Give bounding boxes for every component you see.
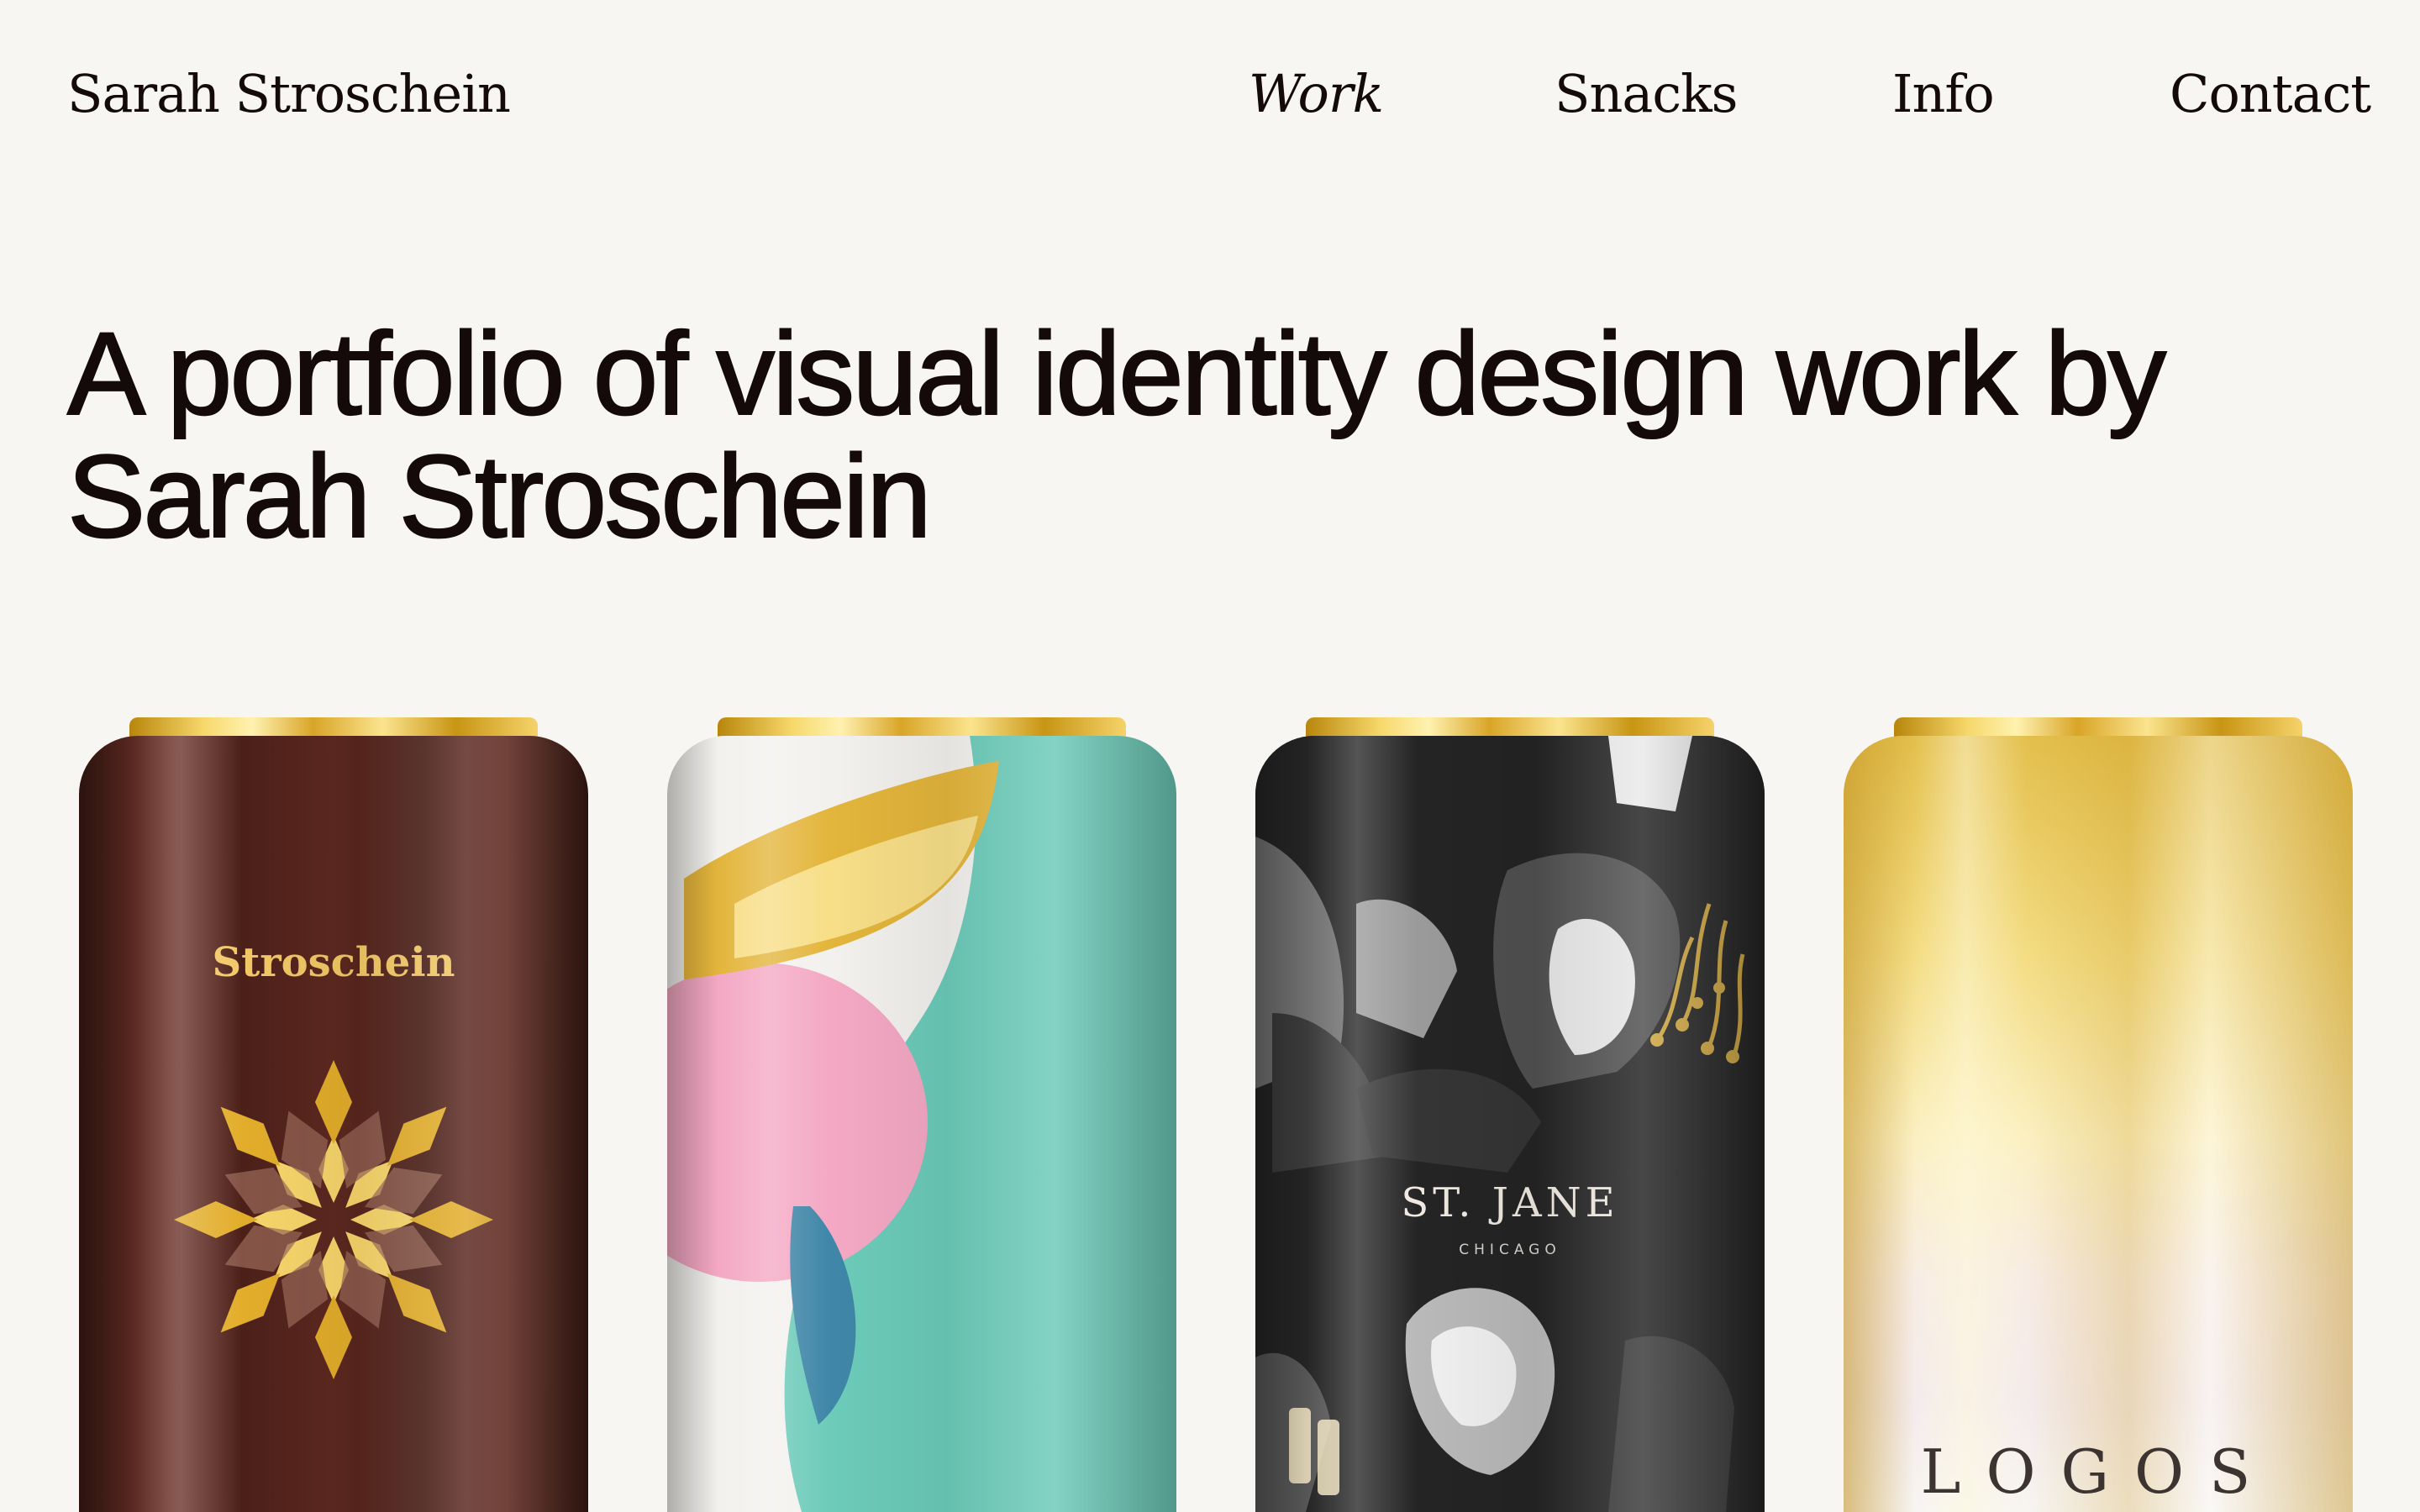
hero-title: A portfolio of visual identity design wo… <box>66 307 2167 562</box>
can-image: Stroschein <box>79 736 588 1512</box>
abstract-shapes-icon <box>667 736 1176 1512</box>
nav-item-contact[interactable]: Contact <box>2170 60 2371 128</box>
can-brand-label: Stroschein <box>212 939 455 986</box>
can-image: ST. JANE CHICAGO <box>1255 736 1765 1512</box>
site-name-link[interactable]: Sarah Stroschein <box>67 60 511 128</box>
nav-item-info[interactable]: Info <box>1892 60 1995 128</box>
can-image <box>667 736 1176 1512</box>
starburst-icon <box>174 1060 493 1379</box>
project-card-abstract[interactable] <box>667 714 1176 1512</box>
can-brand-label: LOGOS <box>1920 1436 2276 1507</box>
figures-icon <box>1255 736 1765 1512</box>
project-gallery: Stroschein ST. JANE CHICAGO LOGOS <box>0 714 2420 1512</box>
nav-item-work[interactable]: Work <box>1249 60 1384 128</box>
can-brand-sublabel: CHICAGO <box>1459 1242 1561 1258</box>
project-card-st-jane[interactable]: ST. JANE CHICAGO <box>1255 714 1765 1512</box>
site-header: Sarah Stroschein Work Snacks Info Contac… <box>0 0 2420 168</box>
can-brand-label: ST. JANE <box>1401 1179 1619 1226</box>
nav-item-snacks[interactable]: Snacks <box>1555 60 1738 128</box>
project-card-stroschein[interactable]: Stroschein <box>79 714 588 1512</box>
can-image: LOGOS <box>1844 736 2353 1512</box>
project-card-logos[interactable]: LOGOS <box>1844 714 2353 1512</box>
